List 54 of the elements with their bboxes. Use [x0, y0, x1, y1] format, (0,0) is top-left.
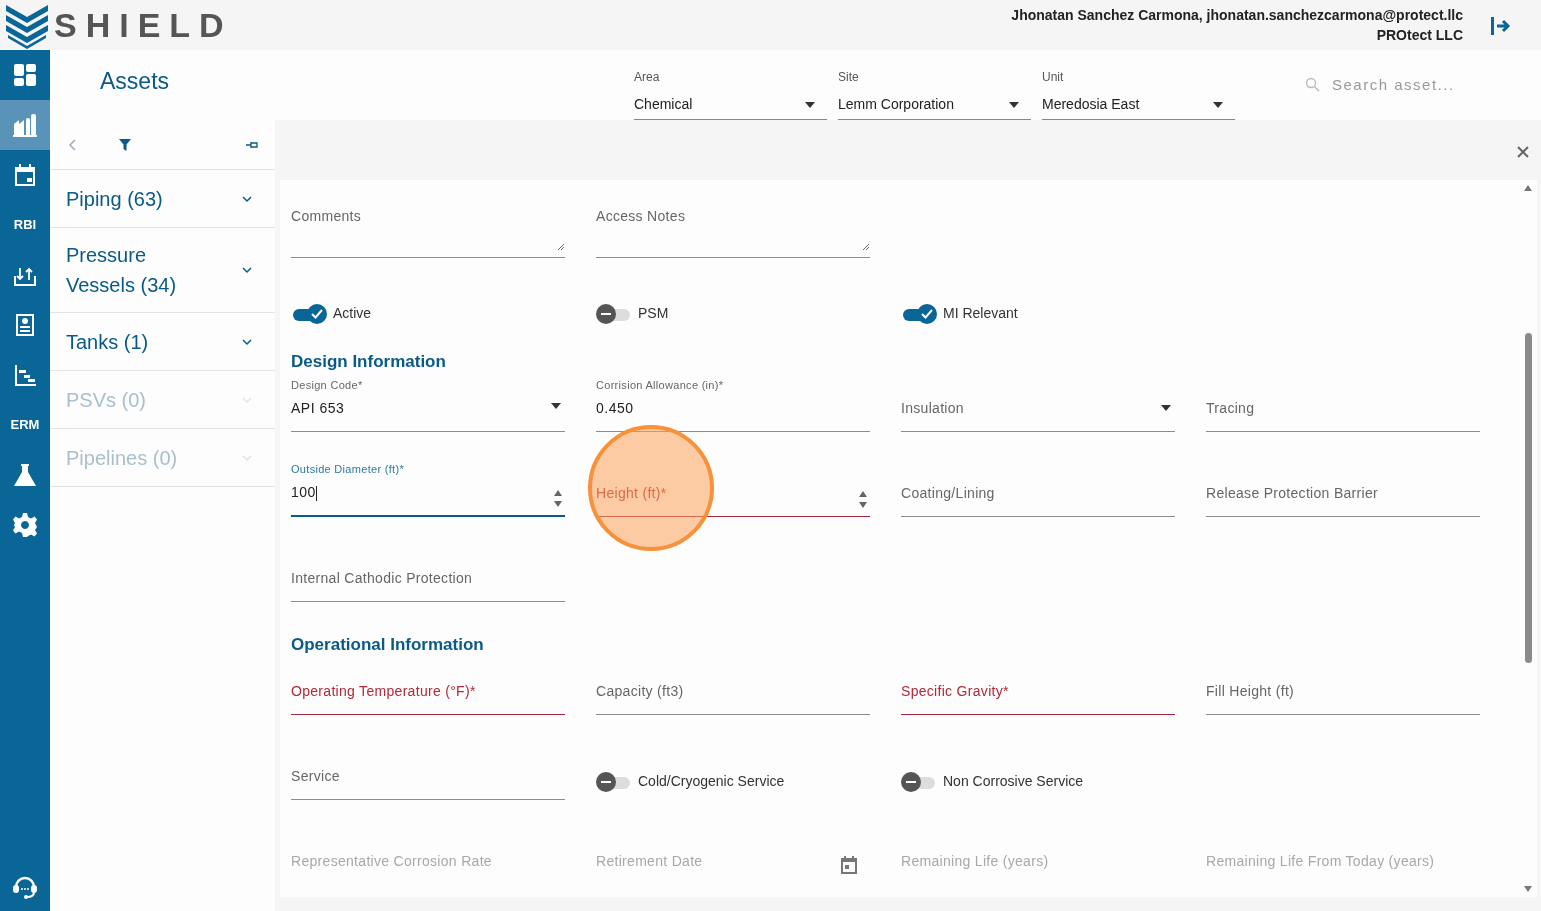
- resize-grip-icon[interactable]: [557, 243, 565, 251]
- input-field[interactable]: Tracing: [1206, 376, 1480, 432]
- factory-nav-button[interactable]: [0, 100, 50, 150]
- company-name: PROtect LLC: [1375, 26, 1463, 45]
- grid-icon: [12, 62, 38, 88]
- input-field[interactable]: Fill Height (ft): [1206, 659, 1480, 715]
- input-field[interactable]: Coating/Lining: [901, 461, 1175, 517]
- input-field[interactable]: Specific Gravity*: [901, 659, 1175, 715]
- toggle-switch[interactable]: [596, 771, 632, 792]
- calendar-icon: [12, 162, 38, 188]
- toggle-label: MI Relevant: [943, 304, 1018, 323]
- chevron-icon: [241, 266, 253, 274]
- toggle-switch[interactable]: [901, 303, 937, 324]
- check-icon: [920, 307, 934, 320]
- check-icon: [310, 307, 324, 320]
- toggle-switch[interactable]: [291, 303, 327, 324]
- section-heading: Operational Information: [291, 634, 485, 654]
- dropdown-field[interactable]: Design Code* API 653: [291, 376, 565, 432]
- input-field[interactable]: Release Protection Barrier: [1206, 461, 1480, 517]
- toggle-switch[interactable]: [596, 303, 632, 324]
- input-field[interactable]: Operating Temperature (°F)*: [291, 659, 565, 715]
- user-name: Jhonatan Sanchez Carmona, jhonatan.sanchezcarmona@protect.llc: [1011, 6, 1463, 25]
- text-area[interactable]: Comments: [291, 186, 565, 258]
- toggle-label: Non Corrosive Service: [943, 772, 1084, 791]
- pin-icon: [245, 140, 259, 151]
- text-area[interactable]: Access Notes: [596, 186, 870, 258]
- factory-icon: [12, 112, 38, 138]
- dropdown-field[interactable]: Insulation: [901, 376, 1175, 432]
- logo-text: SHIELD: [54, 8, 233, 42]
- settings-icon: [12, 512, 38, 538]
- chevron-left-icon: [68, 139, 78, 152]
- input-field[interactable]: Service: [291, 744, 565, 800]
- filter-icon: [118, 138, 132, 153]
- search-icon: [1305, 77, 1320, 93]
- input-field[interactable]: Corrision Allowance (in)* 0.450: [596, 376, 870, 432]
- chevron-icon: [241, 453, 253, 462]
- sidebar-title: Assets: [99, 66, 171, 96]
- resize-grip-icon[interactable]: [862, 243, 870, 251]
- nav-link[interactable]: RBI: [13, 215, 37, 235]
- chevron-icon: [241, 194, 253, 203]
- input-field[interactable]: Internal Cathodic Protection: [291, 546, 565, 602]
- number-field[interactable]: Outside Diameter (ft)* 100: [291, 461, 565, 517]
- close-icon: [1517, 145, 1529, 158]
- toggle-switch[interactable]: [901, 771, 937, 792]
- toggle-label: PSM: [638, 304, 669, 323]
- nav-link[interactable]: ERM: [10, 415, 40, 435]
- toggle-label: Cold/Cryogenic Service: [638, 772, 785, 791]
- input-field[interactable]: Capacity (ft3): [596, 659, 870, 715]
- flask-icon: [12, 462, 38, 488]
- chevron-icon: [241, 395, 253, 404]
- chevron-icon: [241, 337, 253, 346]
- bar-chart-icon: [12, 362, 38, 388]
- toggle-label: Active: [333, 304, 372, 323]
- section-heading: Design Information: [291, 351, 447, 371]
